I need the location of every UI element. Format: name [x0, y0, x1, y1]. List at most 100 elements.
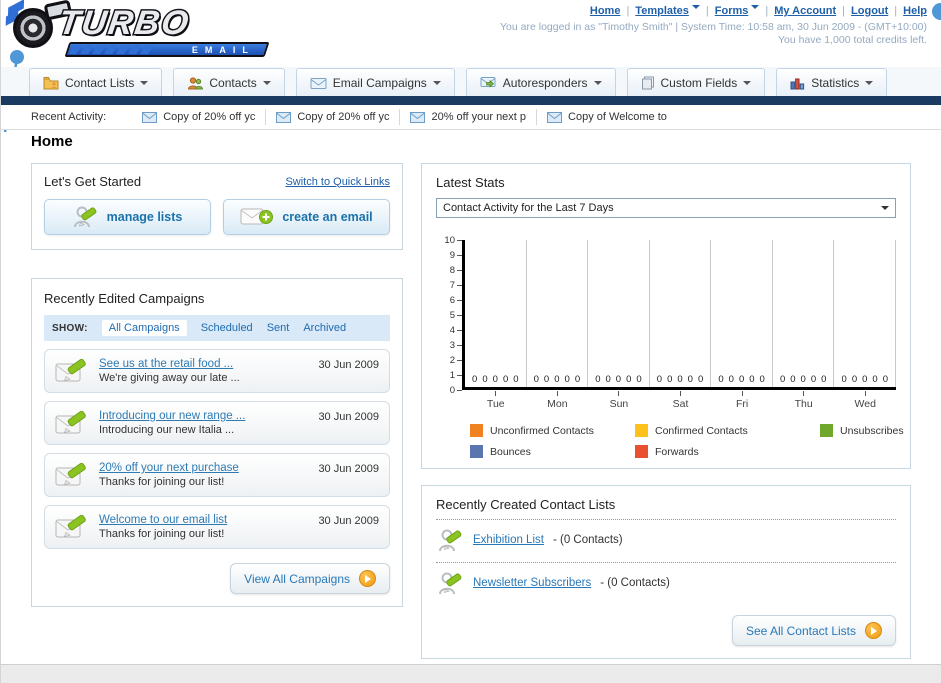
contact-list-item[interactable]: Exhibition List - (0 Contacts): [436, 520, 896, 560]
recent-campaigns-title: Recently Edited Campaigns: [44, 291, 205, 306]
data-value-label: 0: [790, 374, 796, 385]
contact-list-item[interactable]: Newsletter Subscribers - (0 Contacts): [436, 563, 896, 603]
envelope-pencil-icon: [55, 514, 86, 538]
get-started-title: Let's Get Started: [44, 174, 142, 189]
campaign-subtitle: We're giving away our late ...: [99, 372, 240, 384]
arrow-right-icon: [359, 570, 376, 587]
login-status-text: You are logged in as "Timothy Smith" | S…: [500, 21, 927, 33]
campaign-title-link[interactable]: Introducing our new range ...: [99, 410, 308, 422]
stats-range-select[interactable]: Contact Activity for the Last 7 Days: [436, 198, 896, 218]
switch-quick-links-link[interactable]: Switch to Quick Links: [285, 176, 390, 188]
recent-activity-item[interactable]: Copy of 20% off yc: [132, 109, 267, 125]
recent-activity-item[interactable]: Copy of 20% off yc: [266, 109, 401, 125]
campaign-date: 30 Jun 2009: [318, 463, 379, 475]
recent-activity-label: Recent Activity:: [31, 111, 107, 123]
tab-statistics[interactable]: Statistics: [776, 68, 888, 97]
tab-label: Email Campaigns: [332, 76, 427, 90]
data-value-label: 0: [533, 374, 539, 385]
x-tick-label: Wed: [834, 391, 896, 410]
campaign-subtitle: Thanks for joining our list!: [99, 528, 225, 540]
data-value-label: 0: [872, 374, 878, 385]
legend-item: Forwards: [635, 445, 820, 458]
campaign-title-link[interactable]: 20% off your next purchase: [99, 462, 308, 474]
recent-activity-item[interactable]: 20% off your next p: [400, 109, 538, 125]
nav-link-my-account[interactable]: My Account: [774, 5, 836, 17]
filter-all-campaigns[interactable]: All Campaigns: [101, 320, 187, 336]
filter-scheduled[interactable]: Scheduled: [201, 322, 253, 334]
campaign-row[interactable]: Introducing our new range ... Introducin…: [44, 401, 390, 445]
folder-icon: [43, 77, 59, 90]
data-value-label: 0: [605, 374, 611, 385]
campaign-row[interactable]: 20% off your next purchase Thanks for jo…: [44, 453, 390, 497]
chart-plot-area: 00000000000000000000000000000000000: [462, 240, 897, 390]
tab-autoresponders[interactable]: Autoresponders: [465, 68, 616, 97]
caret-down-icon: [432, 81, 441, 89]
campaign-title-link[interactable]: See us at the retail food ...: [99, 358, 308, 370]
legend-swatch: [635, 445, 648, 458]
chart-day-column: 00000: [527, 240, 589, 387]
filter-archived[interactable]: Archived: [303, 322, 346, 334]
envelope-arrow-icon: [480, 77, 496, 88]
tab-label: Statistics: [811, 76, 860, 90]
data-value-label: 0: [851, 374, 858, 385]
latest-stats-panel: Latest Stats Contact Activity for the La…: [421, 163, 911, 469]
nav-link-forms[interactable]: Forms: [715, 5, 760, 17]
legend-item: Unconfirmed Contacts: [470, 424, 635, 437]
page-footer-strip: [1, 664, 941, 683]
chart-day-column: 00000: [834, 240, 897, 387]
turbo-email-logo[interactable]: TURBO EMAIL: [5, 0, 277, 58]
contact-list-link[interactable]: Newsletter Subscribers: [473, 577, 591, 589]
data-value-label: 0: [615, 374, 622, 385]
y-tick-label: 0: [449, 384, 455, 396]
envelope-icon: [310, 77, 327, 89]
page-title: Home: [31, 133, 73, 150]
recent-activity-item[interactable]: Copy of Welcome to: [537, 109, 677, 125]
tab-contacts[interactable]: Contacts: [173, 68, 285, 97]
caret-down-icon: [593, 81, 602, 89]
contact-list-link[interactable]: Exhibition List: [473, 534, 544, 546]
see-all-contact-lists-button[interactable]: See All Contact Lists: [731, 615, 896, 646]
nav-link-templates[interactable]: Templates: [635, 5, 700, 17]
view-all-campaigns-label: View All Campaigns: [244, 571, 350, 586]
nav-separator: |: [626, 5, 630, 17]
data-value-label: 0: [728, 374, 734, 385]
chart-day-column: 00000: [650, 240, 712, 387]
filter-sent[interactable]: Sent: [267, 322, 290, 334]
legend-swatch: [470, 424, 483, 437]
nav-link-home[interactable]: Home: [590, 5, 621, 17]
logo-subtitle: EMAIL: [192, 44, 255, 55]
data-value-label: 0: [810, 374, 817, 385]
nav-link-help[interactable]: Help: [903, 5, 927, 17]
caret-down-icon: [140, 81, 149, 89]
chart-x-axis: Tue Mon Sun Sat Fri Thu Wed: [465, 391, 896, 410]
chart-day-column: 00000: [588, 240, 650, 387]
campaign-title-link[interactable]: Welcome to our email list: [99, 514, 308, 526]
nav-separator: |: [705, 5, 709, 17]
caret-down-icon: [262, 81, 271, 89]
legend-swatch: [470, 445, 483, 458]
caret-down-icon: [743, 81, 752, 89]
nav-link-logout[interactable]: Logout: [851, 5, 888, 17]
x-tick-label: Thu: [773, 391, 835, 410]
view-all-campaigns-button[interactable]: View All Campaigns: [230, 563, 390, 594]
stats-range-value: Contact Activity for the Last 7 Days: [443, 202, 614, 214]
tab-contact-lists[interactable]: Contact Lists: [29, 68, 163, 97]
envelope-pencil-icon: [55, 462, 86, 486]
logo-title: TURBO: [55, 3, 194, 44]
data-value-label: 0: [759, 374, 765, 385]
create-email-button[interactable]: create an email: [223, 199, 390, 235]
data-value-label: 0: [502, 374, 509, 385]
x-tick-label: Mon: [527, 391, 589, 410]
legend-item: Confirmed Contacts: [635, 424, 820, 437]
tab-email-campaigns[interactable]: Email Campaigns: [295, 68, 455, 97]
top-nav: Home | Templates | Forms | My Account | Logout | H…: [590, 5, 927, 17]
data-value-label: 0: [513, 374, 519, 385]
campaign-filter-bar: SHOW: All Campaigns Scheduled Sent Archi…: [44, 315, 390, 341]
campaign-row[interactable]: See us at the retail food ... We're givi…: [44, 349, 390, 393]
header: TURBO EMAIL Home | Templates | Forms | My Acco…: [1, 0, 941, 62]
manage-lists-button[interactable]: manage lists: [44, 199, 211, 235]
campaign-row[interactable]: Welcome to our email list Thanks for joi…: [44, 505, 390, 549]
y-tick-label: 1: [449, 369, 455, 381]
tab-custom-fields[interactable]: Custom Fields: [626, 68, 766, 97]
documents-icon: [641, 76, 654, 90]
